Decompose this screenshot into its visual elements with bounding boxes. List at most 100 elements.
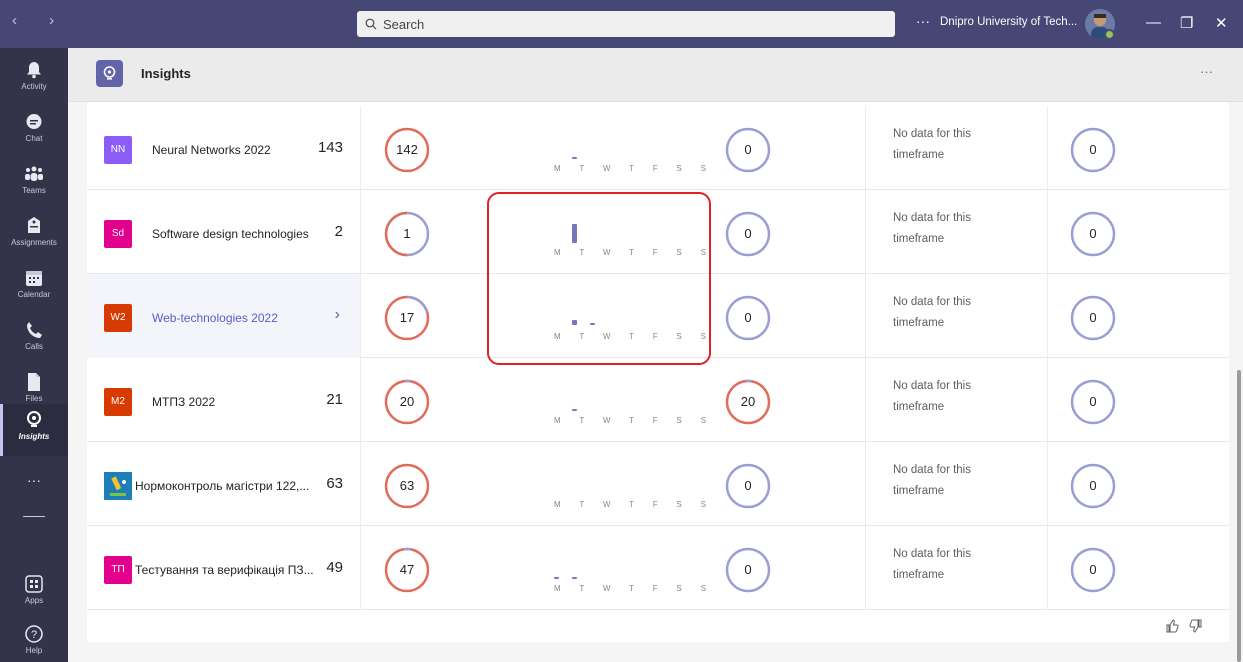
course-cell[interactable]: Нормоконтроль магістри 122,... 63 xyxy=(87,442,360,526)
grades-value: 0 xyxy=(1089,562,1097,577)
weekday-axis: M T W T F S S xyxy=(554,164,715,173)
divider xyxy=(360,526,361,610)
org-name[interactable]: Dnipro University of Tech... xyxy=(940,16,1077,28)
weekday-axis: M T W T F S S xyxy=(554,332,715,341)
course-badge: ТП xyxy=(104,556,132,584)
weekday-axis: M T W T F S S xyxy=(554,584,715,593)
rail-item-assignments[interactable]: Assignments xyxy=(0,210,68,262)
calendar-icon xyxy=(26,271,42,286)
file-icon xyxy=(28,373,40,391)
divider xyxy=(360,274,361,358)
search-input[interactable]: Search xyxy=(357,11,895,37)
minimize-button[interactable]: — xyxy=(1146,14,1161,31)
divider xyxy=(1047,526,1048,610)
thumbs-down-icon[interactable] xyxy=(1189,619,1203,633)
course-cell[interactable]: ТП Тестування та верифікація ПЗ... 49 xyxy=(87,526,360,610)
course-cell[interactable]: Sd Software design technologies 2 xyxy=(87,190,360,274)
thumbs-up-icon[interactable] xyxy=(1165,619,1179,633)
divider xyxy=(360,442,361,526)
rail-item-more[interactable]: ··· xyxy=(0,462,68,514)
chevron-right-icon[interactable]: › xyxy=(335,306,340,324)
active-students-value: 1 xyxy=(403,226,411,241)
table-row[interactable]: ТП Тестування та верифікація ПЗ... 49 47… xyxy=(87,526,1229,610)
course-count: 63 xyxy=(326,475,343,492)
course-cell[interactable]: M2 МТПЗ 2022 21 xyxy=(87,358,360,442)
course-badge: Sd xyxy=(104,220,132,248)
rail-label: Assignments xyxy=(11,238,57,247)
app-rail: Activity Chat Teams Assignments Calendar… xyxy=(0,48,68,662)
meetings-value: 0 xyxy=(744,562,752,577)
assignments-icon xyxy=(28,217,40,233)
search-icon xyxy=(365,18,377,30)
table-row[interactable]: NN Neural Networks 2022 143 142 M T W T … xyxy=(87,106,1229,190)
table-row[interactable]: Нормоконтроль магістри 122,... 63 63 M T… xyxy=(87,442,1229,526)
rail-item-activity[interactable]: Activity xyxy=(0,54,68,106)
close-button[interactable]: ✕ xyxy=(1215,14,1228,32)
rail-label: Insights xyxy=(18,432,50,441)
lightbulb-icon xyxy=(27,411,41,427)
course-name: Software design technologies xyxy=(152,227,309,241)
no-data-text: No data for this timeframe xyxy=(893,464,971,497)
divider xyxy=(1047,358,1048,442)
course-badge: W2 xyxy=(104,304,132,332)
rail-item-insights[interactable]: Insights xyxy=(0,404,68,456)
help-icon: ? xyxy=(25,625,43,643)
active-students-value: 17 xyxy=(399,310,415,325)
microscope-icon xyxy=(104,472,132,500)
rail-item-calls[interactable]: Calls xyxy=(0,314,68,366)
insights-table: NN Neural Networks 2022 143 142 M T W T … xyxy=(87,102,1229,642)
divider xyxy=(865,442,866,526)
course-cell[interactable]: W2 Web-technologies 2022 › xyxy=(87,274,360,358)
app-header: Insights ··· xyxy=(68,48,1243,102)
rail-item-apps[interactable]: Apps xyxy=(0,568,68,620)
activity-bar xyxy=(554,577,559,579)
rail-label: Apps xyxy=(24,596,44,605)
course-name: Neural Networks 2022 xyxy=(152,143,271,157)
svg-text:?: ? xyxy=(31,629,37,641)
meetings-value: 20 xyxy=(740,394,756,409)
weekday-axis: M T W T F S S xyxy=(554,248,715,257)
insights-app-icon xyxy=(96,60,123,87)
table-row[interactable]: M2 МТПЗ 2022 21 20 M T W T F S S 20 No d… xyxy=(87,358,1229,442)
rail-item-calendar[interactable]: Calendar xyxy=(0,262,68,314)
grades-value: 0 xyxy=(1089,394,1097,409)
course-count: 143 xyxy=(317,139,343,156)
nav-arrows[interactable]: ‹ › xyxy=(12,12,68,29)
table-row[interactable]: W2 Web-technologies 2022 › 17 M T W T F … xyxy=(87,274,1229,358)
header-more-button[interactable]: ··· xyxy=(1200,64,1213,79)
presence-status-icon xyxy=(1104,29,1115,40)
divider xyxy=(1047,442,1048,526)
divider xyxy=(865,190,866,274)
course-badge: M2 xyxy=(104,388,132,416)
divider xyxy=(1047,274,1048,358)
rail-item-help[interactable]: ? Help xyxy=(0,618,68,662)
activity-bar xyxy=(572,409,577,411)
rail-label: Help xyxy=(25,646,43,655)
active-students-value: 63 xyxy=(399,478,415,493)
vertical-scrollbar[interactable] xyxy=(1237,370,1241,662)
rail-label: Calls xyxy=(25,342,43,351)
active-students-value: 142 xyxy=(396,142,418,157)
activity-bar xyxy=(572,577,577,579)
table-row[interactable]: Sd Software design technologies 2 1 M T … xyxy=(87,190,1229,274)
maximize-button[interactable]: ❐ xyxy=(1180,14,1193,32)
activity-bar xyxy=(590,323,595,325)
grades-value: 0 xyxy=(1089,310,1097,325)
bell-icon xyxy=(27,62,41,79)
divider xyxy=(1047,106,1048,190)
divider xyxy=(1047,190,1048,274)
course-name: Тестування та верифікація ПЗ... xyxy=(135,563,314,577)
rail-item-chat[interactable]: Chat xyxy=(0,106,68,158)
rail-label: Activity xyxy=(21,82,47,91)
weekday-axis: M T W T F S S xyxy=(554,416,715,425)
meetings-value: 0 xyxy=(744,310,752,325)
course-cell[interactable]: NN Neural Networks 2022 143 xyxy=(87,106,360,190)
title-bar: ‹ › Search ··· Dnipro University of Tech… xyxy=(0,0,1243,48)
no-data-text: No data for this timeframe xyxy=(893,548,971,581)
page-title: Insights xyxy=(141,66,191,81)
rail-item-teams[interactable]: Teams xyxy=(0,158,68,210)
weekday-axis: M T W T F S S xyxy=(554,500,715,509)
more-options-button[interactable]: ··· xyxy=(916,13,930,29)
course-count: 2 xyxy=(334,223,343,240)
more-icon: ··· xyxy=(27,472,41,488)
